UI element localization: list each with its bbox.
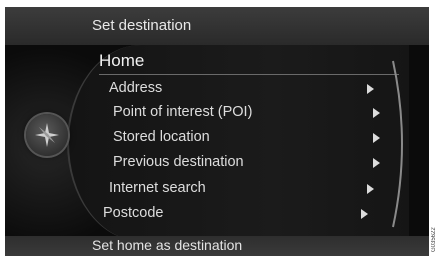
scroll-arc xyxy=(392,60,403,228)
home-label: Home xyxy=(99,51,145,70)
menu-item-label: Point of interest (POI) xyxy=(113,104,253,120)
image-code: G035622 xyxy=(431,227,437,252)
menu-item-internet-search[interactable]: Internet search xyxy=(109,180,379,202)
menu-item-postcode[interactable]: Postcode xyxy=(103,205,371,227)
compass-knob[interactable] xyxy=(26,114,68,156)
set-home-destination-label: Set home as destination xyxy=(92,237,243,253)
footer-bar[interactable]: Set home as destination xyxy=(5,236,429,256)
compass-icon xyxy=(35,123,59,147)
arrow-right-icon xyxy=(367,84,374,94)
menu-item-label: Address xyxy=(109,80,163,96)
arrow-right-icon xyxy=(373,108,380,118)
menu-item-stored-location[interactable]: Stored location xyxy=(113,129,385,151)
arrow-right-icon xyxy=(373,158,380,168)
menu-item-label: Stored location xyxy=(113,129,210,145)
menu-item-home[interactable]: Home xyxy=(95,51,403,75)
arrow-right-icon xyxy=(367,184,374,194)
menu-item-poi[interactable]: Point of interest (POI) xyxy=(113,104,385,126)
navigation-screen: Set destination Home Address Point of in… xyxy=(5,7,429,256)
divider xyxy=(99,74,399,75)
destination-menu: Home Address Point of interest (POI) Sto… xyxy=(5,7,429,256)
arrow-right-icon xyxy=(361,209,368,219)
menu-item-label: Internet search xyxy=(109,180,206,196)
menu-item-previous-destination[interactable]: Previous destination xyxy=(113,154,385,176)
menu-item-address[interactable]: Address xyxy=(109,80,379,102)
menu-item-label: Previous destination xyxy=(113,154,244,170)
arrow-right-icon xyxy=(373,133,380,143)
menu-item-label: Postcode xyxy=(103,205,164,221)
